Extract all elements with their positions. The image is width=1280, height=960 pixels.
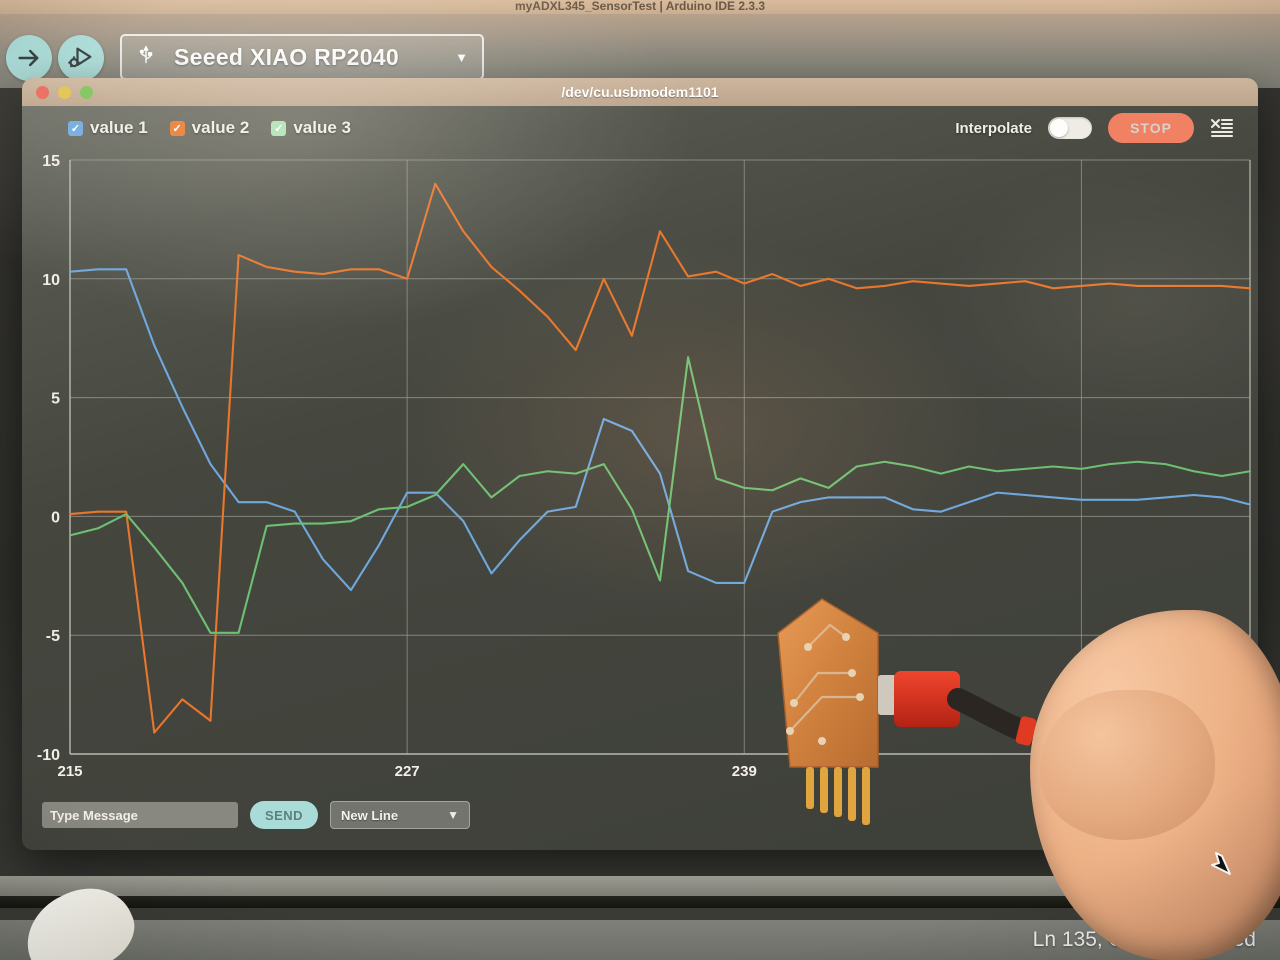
series-line-value-1 (68, 268, 1252, 592)
checkbox-value-3[interactable]: ✓ (271, 120, 287, 136)
legend-label-value-1: value 1 (90, 118, 148, 137)
plotter-controls: ✓ value 1 ✓ value 2 ✓ value 3 Interpolat… (22, 106, 1258, 150)
chevron-down-icon[interactable]: ▼ (455, 50, 468, 65)
y-axis-tick-label: 5 (51, 391, 60, 408)
mouse-cursor-icon (1208, 848, 1234, 878)
debug-button[interactable] (58, 35, 104, 81)
y-axis-tick-label: -10 (37, 747, 60, 764)
pcb-body (777, 598, 879, 768)
photo-of-screen: myADXL345_SensorTest | Arduino IDE 2.3.3 (0, 0, 1280, 960)
legend-label-value-3: value 3 (293, 118, 351, 137)
interpolate-label: Interpolate (955, 119, 1032, 137)
legend-item-value-2[interactable]: ✓ value 2 (169, 118, 250, 138)
send-button[interactable]: SEND (250, 801, 318, 829)
x-axis-tick-label: 215 (57, 763, 82, 780)
interpolate-toggle[interactable] (1048, 117, 1092, 139)
board-selector[interactable]: Seeed XIAO RP2040 ▼ (120, 34, 484, 80)
y-axis-tick-label: -5 (46, 628, 60, 645)
finger (1040, 690, 1215, 840)
plotter-titlebar: /dev/cu.usbmodem1101 (22, 78, 1258, 106)
x-axis-tick-label: 227 (395, 763, 420, 780)
plotter-right-controls: Interpolate STOP (955, 113, 1240, 143)
arrow-right-icon (15, 44, 43, 72)
legend-item-value-3[interactable]: ✓ value 3 (271, 118, 351, 138)
board-name-label: Seeed XIAO RP2040 (174, 43, 399, 70)
legend-item-value-1[interactable]: ✓ value 1 (68, 118, 148, 138)
y-axis-tick-label: 10 (42, 272, 60, 289)
upload-button[interactable] (6, 35, 52, 81)
debug-play-bug-icon (67, 44, 95, 72)
checkbox-value-2[interactable]: ✓ (169, 120, 185, 136)
ide-toolbar: Seeed XIAO RP2040 ▼ (0, 14, 1280, 88)
chevron-down-icon: ▼ (447, 808, 459, 822)
toggle-knob (1050, 119, 1068, 137)
line-ending-select[interactable]: New Line ▼ (330, 801, 470, 829)
checkbox-value-1[interactable]: ✓ (68, 120, 83, 136)
line-ending-value: New Line (341, 807, 399, 823)
clear-output-icon[interactable] (1210, 117, 1234, 139)
plotter-window-title: /dev/cu.usbmodem1101 (561, 84, 719, 100)
ide-window-title: myADXL345_SensorTest | Arduino IDE 2.3.3 (0, 0, 1280, 14)
legend-label-value-2: value 2 (191, 118, 250, 137)
stop-button[interactable]: STOP (1108, 113, 1194, 143)
series-legend: ✓ value 1 ✓ value 2 ✓ value 3 (68, 118, 351, 138)
usb-icon (136, 43, 158, 72)
y-axis-tick-label: 15 (42, 153, 60, 170)
pin-header (806, 767, 870, 825)
message-input[interactable] (42, 802, 238, 828)
x-axis-tick-label: 239 (732, 763, 757, 780)
y-axis-tick-label: 0 (51, 509, 60, 526)
